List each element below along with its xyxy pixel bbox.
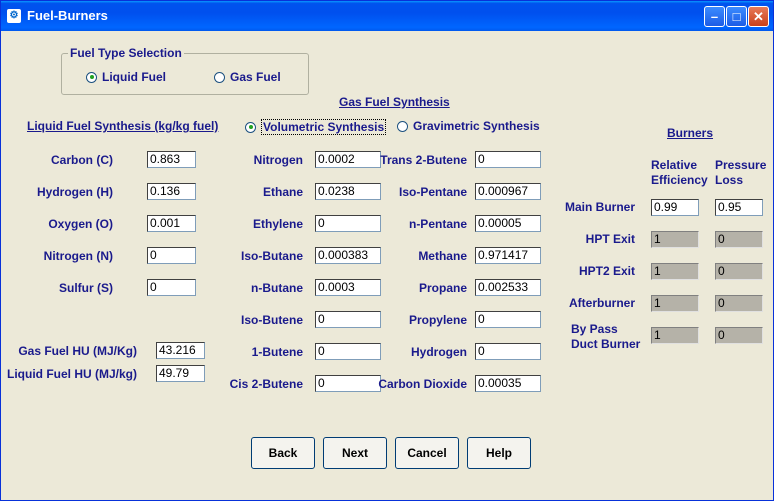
gas-component-field[interactable]: 0.00035	[475, 375, 541, 392]
fuel-burners-window: ⚙ Fuel-Burners – □ ✕ Fuel Type Selection…	[0, 0, 774, 501]
liquid-element-field[interactable]: 0.001	[147, 215, 196, 232]
liquid-element-label: Sulfur (S)	[59, 281, 113, 295]
efficiency-header-2: Efficiency	[651, 173, 708, 187]
gas-component-field[interactable]: 0	[315, 343, 381, 360]
gas-component-label: Ethylene	[252, 217, 303, 231]
gas-component-field[interactable]: 0.000383	[315, 247, 381, 264]
burner-label: HPT Exit	[585, 232, 635, 246]
liquid-element-label: Carbon (C)	[51, 153, 113, 167]
gas-component-label: Cis 2-Butene	[229, 377, 303, 391]
burner-pressure-loss-field[interactable]: 0.95	[715, 199, 763, 216]
liquid-element-label: Oxygen (O)	[48, 217, 113, 231]
gas-component-field[interactable]: 0.0003	[315, 279, 381, 296]
burner-efficiency-field: 1	[651, 327, 699, 344]
gas-fuel-radio-dot[interactable]	[214, 71, 225, 83]
volumetric-synthesis-label[interactable]: Volumetric Synthesis	[261, 119, 387, 135]
pressure-loss-header-1: Pressure	[715, 158, 767, 172]
dialog-body: Fuel Type Selection Liquid Fuel Gas Fuel…	[5, 31, 769, 496]
gas-component-label: Carbon Dioxide	[378, 377, 467, 391]
gas-component-field[interactable]: 0	[475, 311, 541, 328]
gas-fuel-label[interactable]: Gas Fuel	[230, 70, 281, 84]
gas-component-field[interactable]: 0.000967	[475, 183, 541, 200]
burner-label: Afterburner	[568, 296, 635, 310]
burners-heading: Burners	[667, 126, 714, 140]
liquid-element-label: Nitrogen (N)	[43, 249, 113, 263]
fuel-type-legend: Fuel Type Selection	[68, 46, 184, 60]
gas-component-field[interactable]: 0.00005	[475, 215, 541, 232]
liquid-synthesis-heading: Liquid Fuel Synthesis (kg/kg fuel)	[27, 119, 219, 133]
gas-component-field[interactable]: 0	[475, 151, 541, 168]
burner-efficiency-field[interactable]: 0.99	[651, 199, 699, 216]
gas-component-field[interactable]: 0	[315, 311, 381, 328]
gas-component-field[interactable]: 0.0002	[315, 151, 381, 168]
burner-label: HPT2 Exit	[578, 264, 635, 278]
gas-component-field[interactable]: 0.002533	[475, 279, 541, 296]
back-button[interactable]: Back	[251, 437, 315, 469]
liquid-element-field[interactable]: 0.863	[147, 151, 196, 168]
title-bar[interactable]: ⚙ Fuel-Burners – □ ✕	[1, 1, 773, 31]
liquid-fuel-label[interactable]: Liquid Fuel	[102, 70, 166, 84]
gas-component-label: n-Pentane	[408, 217, 467, 231]
gas-component-label: Propane	[418, 281, 467, 295]
gas-component-label: Iso-Pentane	[398, 185, 467, 199]
efficiency-header-1: Relative	[651, 158, 698, 172]
liquid-element-field[interactable]: 0	[147, 247, 196, 264]
gas-component-label: Hydrogen	[410, 345, 467, 359]
gas-component-field[interactable]: 0.0238	[315, 183, 381, 200]
app-icon[interactable]: ⚙	[7, 9, 21, 23]
gas-component-label: Nitrogen	[253, 153, 303, 167]
liquid-fuel-radio-dot[interactable]	[86, 71, 97, 83]
liquid-element-field[interactable]: 0	[147, 279, 196, 296]
maximize-icon[interactable]: □	[726, 6, 747, 27]
volumetric-radio-dot[interactable]	[245, 121, 256, 133]
burner-pressure-loss-field: 0	[715, 327, 763, 344]
gravimetric-radio-dot[interactable]	[397, 120, 408, 132]
gas-synthesis-heading: Gas Fuel Synthesis	[339, 95, 450, 109]
gas-component-field[interactable]: 0	[475, 343, 541, 360]
gas-component-label: Ethane	[262, 185, 303, 199]
cancel-button[interactable]: Cancel	[395, 437, 459, 469]
burner-pressure-loss-field: 0	[715, 295, 763, 312]
gas-hu-label: Gas Fuel HU (MJ/Kg)	[18, 344, 137, 358]
gas-component-field[interactable]: 0.971417	[475, 247, 541, 264]
close-icon[interactable]: ✕	[748, 6, 769, 27]
burner-pressure-loss-field: 0	[715, 231, 763, 248]
burner-pressure-loss-field: 0	[715, 263, 763, 280]
burner-efficiency-field: 1	[651, 263, 699, 280]
volumetric-synthesis-radio[interactable]: Volumetric Synthesis	[245, 119, 387, 135]
burner-label-line2: Duct Burner	[571, 337, 641, 351]
gravimetric-synthesis-label[interactable]: Gravimetric Synthesis	[413, 119, 540, 133]
burner-efficiency-field: 1	[651, 295, 699, 312]
gas-component-label: Iso-Butene	[240, 313, 303, 327]
gravimetric-synthesis-radio[interactable]: Gravimetric Synthesis	[397, 119, 540, 133]
gas-component-label: Iso-Butane	[240, 249, 303, 263]
fuel-type-group: Fuel Type Selection Liquid Fuel Gas Fuel	[61, 46, 309, 95]
gas-hu-field[interactable]: 43.216	[156, 342, 205, 359]
liquid-element-label: Hydrogen (H)	[37, 185, 113, 199]
liquid-fuel-radio[interactable]: Liquid Fuel	[86, 70, 166, 84]
gas-component-label: n-Butane	[251, 281, 303, 295]
gas-component-label: Trans 2-Butene	[380, 153, 467, 167]
burner-efficiency-field: 1	[651, 231, 699, 248]
minimize-icon[interactable]: –	[704, 6, 725, 27]
gas-fuel-radio[interactable]: Gas Fuel	[214, 70, 281, 84]
burner-label: Main Burner	[564, 200, 635, 214]
pressure-loss-header-2: Loss	[715, 173, 744, 187]
window-title: Fuel-Burners	[27, 8, 108, 23]
gas-component-field[interactable]: 0	[315, 215, 381, 232]
liquid-hu-field[interactable]: 49.79	[156, 365, 205, 382]
gas-component-label: Propylene	[408, 313, 467, 327]
gas-component-label: 1-Butene	[251, 345, 303, 359]
gas-component-label: Methane	[418, 249, 467, 263]
help-button[interactable]: Help	[467, 437, 531, 469]
next-button[interactable]: Next	[323, 437, 387, 469]
liquid-hu-label: Liquid Fuel HU (MJ/kg)	[7, 367, 137, 381]
gas-component-field[interactable]: 0	[315, 375, 381, 392]
liquid-element-field[interactable]: 0.136	[147, 183, 196, 200]
burner-label: By Pass	[571, 322, 618, 336]
